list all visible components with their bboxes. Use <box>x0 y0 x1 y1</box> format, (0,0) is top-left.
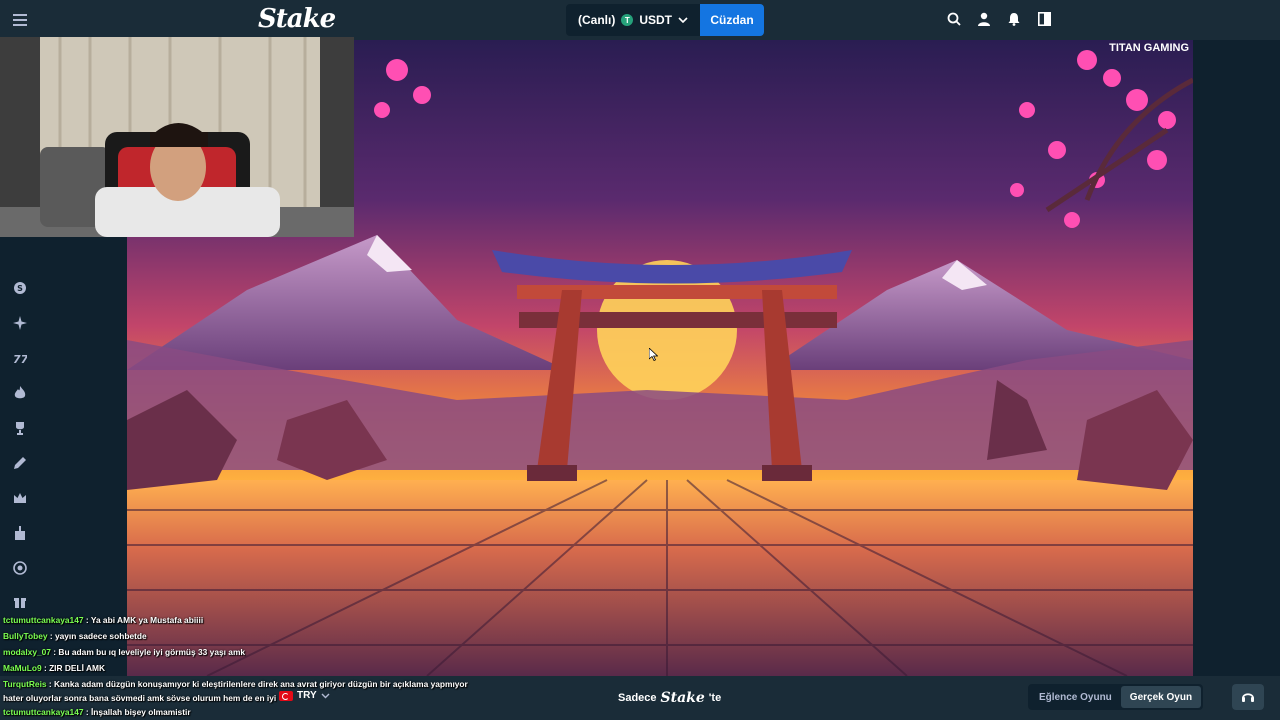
sidebar-sparkle-icon[interactable] <box>12 315 28 331</box>
chat-message: tctumuttcankaya147 : İnşallah bişey olma… <box>3 704 473 720</box>
chat-username: tctumuttcankaya147 <box>3 615 84 625</box>
sidebar-crown-icon[interactable] <box>12 490 28 506</box>
svg-text:S: S <box>17 284 23 293</box>
currency-code: USDT <box>639 13 673 27</box>
chat-message: TurqutReis : Kanka adam düzgün konuşamıy… <box>3 676 473 692</box>
sidebar-gift-icon[interactable] <box>12 525 28 541</box>
chat-text: : Kanka adam düzgün konuşamıyor ki eleşt… <box>48 679 468 689</box>
chat-text: hater oluyorlar sonra bana sövmedi amk s… <box>3 693 277 703</box>
sidebar-fire-icon[interactable] <box>12 385 28 401</box>
svg-text:77: 77 <box>13 353 27 364</box>
usdt-icon: T <box>621 14 634 26</box>
top-navigation-bar: Stake (Canlı) T USDT Cüzdan <box>0 0 1280 40</box>
user-icon <box>978 12 990 26</box>
mouse-cursor <box>648 347 659 366</box>
chat-username: TurqutReis <box>3 679 47 689</box>
top-icon-group <box>946 10 1052 28</box>
wallet-group: (Canlı) T USDT Cüzdan <box>566 4 765 36</box>
chat-username: MaMuLo9 <box>3 663 42 673</box>
chat-message: hater oluyorlar sonra bana sövmedi amk s… <box>3 692 473 704</box>
webcam-feed-image <box>0 37 354 237</box>
chat-message: BullyTobey : yayın sadece sohbetde <box>3 628 473 644</box>
sidebar-gift-box-icon[interactable] <box>12 593 28 609</box>
stake-promo-text: Sadece Stake 'te <box>618 690 721 706</box>
chat-message: MaMuLo9 : ZIR DELİ AMK <box>3 660 473 676</box>
profile-button[interactable] <box>976 10 992 28</box>
promo-prefix: Sadece <box>618 692 657 704</box>
chat-text: : Bu adam bu ıq leveliyle iyi görmüş 33 … <box>53 647 246 657</box>
promo-suffix: 'te <box>708 692 722 704</box>
chat-text: : ZIR DELİ AMK <box>43 663 106 673</box>
real-mode-button[interactable]: Gerçek Oyun <box>1120 686 1202 708</box>
promo-stake-logo: Stake <box>660 690 705 706</box>
wallet-button[interactable]: Cüzdan <box>700 4 765 36</box>
chat-text: : Ya abi AMK ya Mustafa abiiii <box>85 615 204 625</box>
chat-username: BullyTobey <box>3 631 48 641</box>
chat-text: : yayın sadece sohbetde <box>49 631 147 641</box>
chat-text: : İnşallah bişey olmamistir <box>85 707 191 717</box>
sidebar-toggle-button[interactable] <box>1036 10 1052 28</box>
webcam-overlay <box>0 37 354 237</box>
chat-message: tctumuttcankaya147 : Ya abi AMK ya Musta… <box>3 612 473 628</box>
chat-message: modalxy_07 : Bu adam bu ıq leveliyle iyi… <box>3 644 473 660</box>
sidebar-coin-icon[interactable]: S <box>12 280 28 296</box>
search-button[interactable] <box>946 10 962 28</box>
bell-icon <box>1008 13 1020 26</box>
currency-mode-label: (Canlı) <box>578 13 616 27</box>
notifications-button[interactable] <box>1006 10 1022 28</box>
search-icon <box>947 12 961 26</box>
chat-username: tctumuttcankaya147 <box>3 707 84 717</box>
provider-label: TITAN GAMING <box>1109 42 1189 54</box>
chat-username: modalxy_07 <box>3 647 51 657</box>
currency-selector[interactable]: (Canlı) T USDT <box>566 4 701 36</box>
stake-logo[interactable]: Stake <box>258 4 336 34</box>
chevron-down-icon <box>678 17 688 23</box>
sidebar-target-icon[interactable] <box>12 560 28 576</box>
live-support-button[interactable] <box>1232 684 1264 710</box>
stream-chat-overlay: tctumuttcankaya147 : Ya abi AMK ya Musta… <box>3 612 473 720</box>
hamburger-icon <box>13 14 27 26</box>
panel-icon <box>1037 12 1051 26</box>
game-mode-toggle: Eğlence Oyunu Gerçek Oyun <box>1028 684 1204 710</box>
hamburger-menu-button[interactable] <box>10 10 30 30</box>
cursor-arrow-icon <box>648 347 659 362</box>
sidebar-sevens-icon[interactable]: 77 <box>12 350 28 366</box>
headset-icon <box>1242 693 1254 702</box>
fun-mode-button[interactable]: Eğlence Oyunu <box>1030 686 1121 708</box>
sidebar-trophy-icon[interactable] <box>12 420 28 436</box>
sidebar-pencil-icon[interactable] <box>12 455 28 471</box>
